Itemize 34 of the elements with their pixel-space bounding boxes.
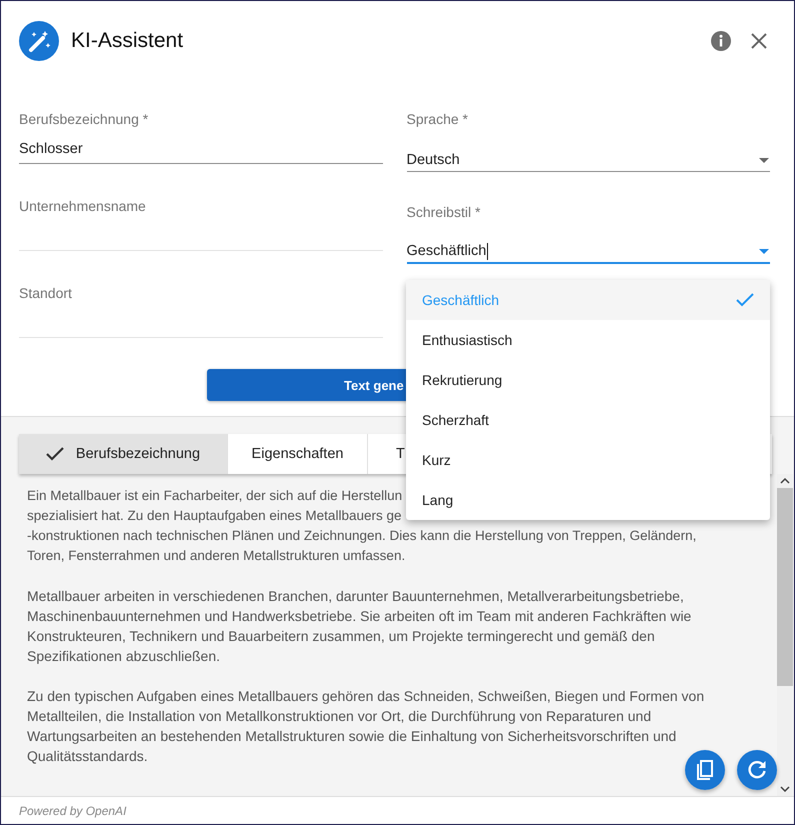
text-line: spezialisiert hat. Zu den Hauptaufgaben eines Metallbauers ge	[27, 507, 402, 525]
dropdown-option[interactable]: Kurz	[406, 440, 770, 480]
dropdown-option[interactable]: Enthusiastisch	[406, 320, 770, 360]
field-label: Unternehmensname	[19, 197, 147, 216]
dialog-title: KI-Assistent	[71, 29, 184, 53]
tab[interactable]: Berufsbezeichnung	[19, 434, 228, 474]
field-label: Berufsbezeichnung *	[19, 110, 150, 129]
scrollbar[interactable]	[777, 474, 793, 796]
dropdown-option[interactable]: Scherzhaft	[406, 400, 770, 440]
field-label: Schreibstil *	[406, 203, 482, 222]
paragraph: Metallbauer arbeiten in verschiedenen Branchen, darunter Bauunternehmen, Metallverarbeitungsbetriebe, Maschinenbauunternehmen und Handwerksbetriebe. Sie arbeiten oft im Team mit anderen Fachkräften wie Konstrukteuren, Technikern und Bauarbeitern zusammen, um Projekte termingerecht und gemäß den Spezifikationen abzuschließen.	[27, 587, 692, 666]
magic-wand-icon	[19, 21, 59, 61]
copy-button[interactable]	[685, 750, 725, 790]
check-icon	[46, 447, 64, 461]
text-line: Ein Metallbauer ist ein Facharbeiter, der sich auf die Herstellun	[27, 487, 402, 505]
dropdown-field[interactable]: Geschäftlich	[406, 241, 770, 264]
field-label: Standort	[19, 284, 73, 303]
scroll-down-icon[interactable]	[780, 786, 790, 792]
dropdown-arrow-icon	[759, 248, 769, 254]
refresh-button[interactable]	[737, 750, 777, 790]
text-line: -konstruktionen nach technischen Plänen und Zeichnungen. Dies kann die Herstellung von Treppen, Geländern,	[27, 527, 696, 545]
tab[interactable]: Eigenschaften	[228, 434, 368, 474]
dropdown-arrow-icon	[759, 158, 769, 162]
field-label: Sprache *	[406, 110, 469, 129]
scroll-up-icon[interactable]	[780, 478, 790, 484]
check-icon	[736, 293, 754, 307]
dropdown-field[interactable]: Deutsch	[406, 150, 770, 172]
paragraph: Zu den typischen Aufgaben eines Metallbauers gehören das Schneiden, Schweißen, Biegen und Formen von Metallteilen, die Installation von Metallkonstruktionen vor Ort, die Durchführung von Reparaturen und Wartungsarbeiten an bestehenden Metallstrukturen sowie die Einhaltung von Sicherheitsvorschriften und Qualitätsstandards.	[27, 687, 706, 766]
info-icon[interactable]	[710, 30, 732, 52]
dropdown-option[interactable]: Lang	[406, 480, 770, 520]
close-icon[interactable]	[751, 33, 767, 49]
input-field[interactable]: Schlosser	[19, 139, 382, 164]
powered-by-text: Powered by OpenAI	[19, 804, 126, 818]
text-line: Toren, Fensterrahmen und anderen Metallstrukturen umfassen.	[27, 547, 406, 565]
